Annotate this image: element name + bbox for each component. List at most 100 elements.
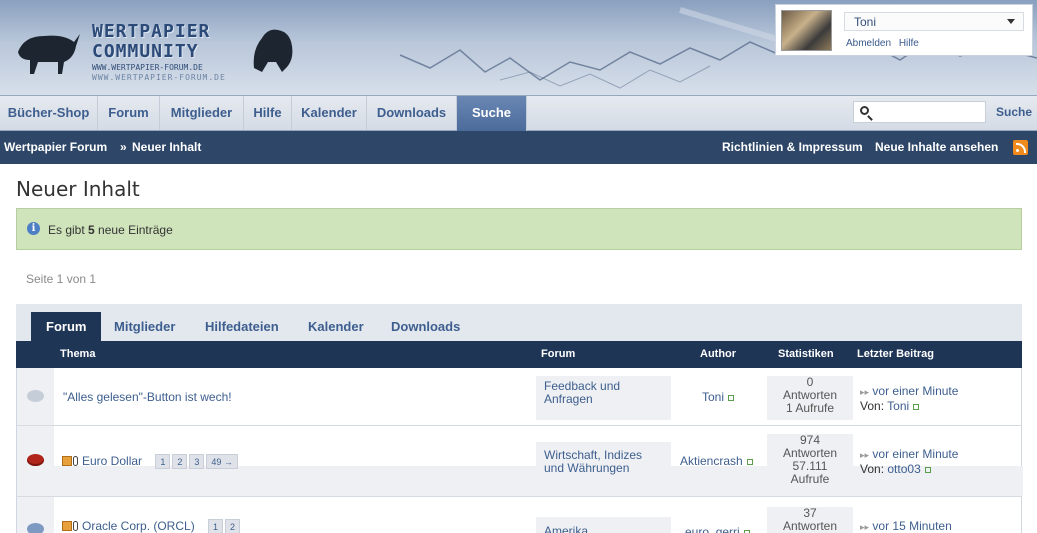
topic-stats: 37 Antworten (767, 507, 853, 533)
go-to-post-icon[interactable]: ▸▸ (860, 387, 869, 397)
rss-icon[interactable] (1013, 140, 1028, 155)
topic-title[interactable]: Euro Dollar (82, 454, 142, 468)
last-post-time[interactable]: vor einer Minute (872, 447, 958, 461)
forum-line2: Anfragen (544, 392, 593, 406)
col-forum[interactable]: Forum (541, 348, 575, 360)
notice-post: neue Einträge (94, 223, 173, 237)
topic-status-col (17, 368, 54, 425)
chevron-down-icon (1007, 19, 1015, 24)
topic-title[interactable]: "Alles gelesen"-Button ist wech! (63, 390, 232, 404)
tab-hilfedateien[interactable]: Hilfedateien (205, 312, 279, 344)
logo-line2: COMMUNITY (92, 41, 199, 62)
nav-item-kalender[interactable]: Kalender (292, 96, 367, 130)
author-name: euro_gerri (685, 525, 740, 533)
author-link[interactable]: Toni (702, 390, 735, 404)
topic-hot-unread-icon (27, 454, 44, 466)
topic-read-icon (27, 390, 44, 402)
go-to-post-icon[interactable]: ▸▸ (860, 450, 869, 460)
topic-stats: 974 Antworten 57.111 Aufrufe (767, 434, 853, 492)
forum-link[interactable]: Amerika (536, 517, 671, 533)
col-last-post[interactable]: Letzter Beitrag (857, 348, 934, 360)
forum-link[interactable]: Wirtschaft, Indizes und Währungen (536, 442, 671, 494)
reply-label: Antworten (782, 519, 838, 533)
search-button[interactable]: Suche (996, 96, 1032, 130)
forum-link[interactable]: Feedback und Anfragen (536, 376, 671, 420)
col-topic[interactable]: Thema (60, 348, 95, 360)
new-post-icon[interactable] (62, 456, 72, 466)
logout-link[interactable]: Abmelden (846, 38, 891, 49)
tab-forum[interactable]: Forum (31, 312, 102, 344)
nav-item-downloads[interactable]: Downloads (367, 96, 457, 130)
result-tabs: Forum Mitglieder Hilfedateien Kalender D… (16, 304, 1022, 344)
profile-link-icon (728, 395, 735, 401)
user-links: Abmelden Hilfe (846, 38, 924, 49)
new-content-link[interactable]: Neue Inhalte ansehen (875, 131, 998, 163)
user-panel: Toni Abmelden Hilfe (775, 4, 1033, 56)
table-row: Euro Dollar 1 2 3 49 → Wirtschaft, Indizes … (16, 426, 1023, 497)
logo-line1: WERTPAPIER (92, 21, 211, 42)
page-link[interactable]: 1 (208, 519, 224, 533)
profile-link-icon (924, 467, 931, 473)
notice-count: 5 (88, 223, 95, 237)
page-link-last[interactable]: 49 → (206, 454, 238, 469)
info-notice: i Es gibt 5 neue Einträge (16, 208, 1022, 250)
bear-icon (253, 29, 293, 72)
bull-icon (18, 34, 80, 74)
page-title: Neuer Inhalt (16, 177, 140, 201)
main-nav: Bücher-Shop Forum Mitglieder Hilfe Kalen… (0, 95, 1037, 131)
page-info: Seite 1 von 1 (26, 272, 97, 286)
author-link[interactable]: Aktiencrash (680, 454, 753, 468)
policy-link[interactable]: Richtlinien & Impressum (722, 131, 863, 163)
tab-mitglieder[interactable]: Mitglieder (114, 312, 175, 344)
site-header: WERTPAPIER COMMUNITY WWW.WERTPAPIER-FORU… (0, 0, 1037, 95)
author-name: Toni (702, 390, 725, 404)
page-link[interactable]: 1 (155, 454, 171, 469)
nav-item-suche[interactable]: Suche (457, 96, 527, 131)
nav-item-buecher-shop[interactable]: Bücher-Shop (0, 96, 98, 130)
page-link[interactable]: 2 (225, 519, 241, 533)
last-post: ▸▸ vor einer Minute Von: otto03 (860, 447, 958, 476)
topic-status-col (17, 497, 54, 533)
table-row: "Alles gelesen"-Button ist wech! Feedbac… (16, 368, 1022, 426)
avatar[interactable] (781, 10, 832, 51)
breadcrumb-current: Neuer Inhalt (132, 140, 202, 154)
nav-item-hilfe[interactable]: Hilfe (244, 96, 292, 130)
info-icon: i (27, 222, 40, 235)
logo-url: WWW.WERTPAPIER-FORUM.DE (92, 63, 203, 72)
topic-title-wrap: Oracle Corp. (ORCL) 12 (62, 519, 241, 533)
new-post-icon[interactable] (62, 521, 72, 531)
nav-item-mitglieder[interactable]: Mitglieder (160, 96, 244, 130)
last-post-time[interactable]: vor 15 Minuten (872, 519, 951, 533)
page-link[interactable]: 2 (172, 454, 188, 469)
topic-stats: 0 Antworten 1 Aufrufe (767, 376, 853, 420)
last-post-time[interactable]: vor einer Minute (872, 384, 958, 398)
last-post: ▸▸ vor 15 Minuten (860, 519, 952, 533)
go-to-post-icon[interactable]: ▸▸ (860, 522, 869, 532)
topic-status-col (17, 426, 54, 496)
help-link[interactable]: Hilfe (899, 38, 919, 49)
breadcrumb-root[interactable]: Wertpapier Forum (4, 131, 107, 163)
topic-unread-icon (27, 523, 44, 533)
profile-link-icon (746, 459, 753, 465)
username: Toni (854, 15, 877, 29)
search-input[interactable] (853, 101, 986, 123)
last-poster-link[interactable]: otto03 (887, 462, 920, 476)
table-header: Thema Forum Author Statistiken Letzter B… (16, 341, 1022, 368)
page-links: 1 2 3 49 → (153, 454, 238, 469)
last-poster-link[interactable]: Toni (887, 399, 909, 413)
notice-text: Es gibt 5 neue Einträge (48, 223, 173, 237)
col-stats[interactable]: Statistiken (778, 348, 834, 360)
view-label: Aufrufe (790, 472, 830, 486)
user-menu-dropdown[interactable]: Toni (844, 12, 1024, 31)
topic-title[interactable]: Oracle Corp. (ORCL) (82, 519, 195, 533)
logo[interactable]: WERTPAPIER COMMUNITY WWW.WERTPAPIER-FORU… (92, 22, 226, 83)
tab-downloads[interactable]: Downloads (391, 312, 460, 344)
author-link[interactable]: euro_gerri (685, 525, 750, 533)
last-post-by-label: Von: (860, 399, 885, 413)
tab-kalender[interactable]: Kalender (308, 312, 364, 344)
page-link[interactable]: 3 (189, 454, 205, 469)
col-author[interactable]: Author (700, 348, 736, 360)
forum-line1: Amerika (544, 524, 589, 533)
nav-item-forum[interactable]: Forum (98, 96, 160, 130)
view-count: 1 Aufrufe (785, 401, 835, 415)
